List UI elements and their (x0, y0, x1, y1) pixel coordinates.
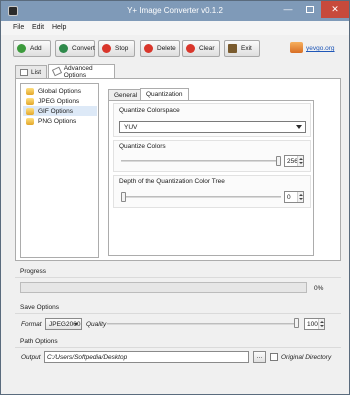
stop-button[interactable]: Stop (98, 40, 135, 57)
folder-icon (26, 87, 34, 95)
convert-button-label: Convert (72, 45, 95, 52)
subtab-general[interactable]: General (108, 89, 144, 100)
save-options-title: Save Options (20, 304, 60, 311)
close-button[interactable]: ✕ (321, 1, 349, 18)
maximize-icon (306, 6, 314, 14)
format-item-gif[interactable]: GIF Options (23, 106, 97, 116)
title-bar[interactable]: Y+ Image Converter v0.1.2 — ✕ (1, 1, 349, 21)
colors-slider-track[interactable] (121, 160, 281, 162)
depth-slider-track[interactable] (121, 196, 281, 198)
chevron-down-icon (74, 323, 78, 326)
spin-arrows-icon[interactable] (297, 156, 303, 166)
tab-list-label: List (31, 68, 42, 76)
spin-arrows-icon[interactable] (297, 192, 303, 202)
path-options-title: Path Options (20, 338, 58, 345)
folder-icon (26, 117, 34, 125)
minimize-button[interactable]: — (277, 1, 299, 18)
convert-button[interactable]: Convert (55, 40, 95, 57)
quality-stepper[interactable]: 100 (304, 318, 325, 330)
add-button[interactable]: Add (13, 40, 51, 57)
format-item-png[interactable]: PNG Options (23, 116, 97, 126)
menu-help[interactable]: Help (52, 24, 66, 31)
convert-icon (59, 44, 68, 53)
format-label: Format (21, 321, 42, 328)
format-select[interactable]: JPEG2000 (45, 318, 82, 330)
stop-button-label: Stop (115, 45, 129, 52)
depth-value: 0 (287, 194, 291, 201)
clear-button-label: Clear (199, 45, 215, 52)
app-window: Y+ Image Converter v0.1.2 — ✕ File Edit … (0, 0, 350, 395)
depth-label: Depth of the Quantization Color Tree (119, 178, 225, 185)
colors-label: Quantize Colors (119, 143, 166, 150)
format-item-global[interactable]: Global Options (23, 86, 97, 96)
add-button-label: Add (30, 45, 42, 52)
folder-icon (26, 97, 34, 105)
exit-button[interactable]: Exit (224, 40, 260, 57)
exit-button-label: Exit (241, 45, 252, 52)
format-item-jpeg[interactable]: JPEG Options (23, 96, 97, 106)
depth-slider-thumb[interactable] (121, 192, 126, 202)
maximize-button[interactable] (299, 1, 321, 18)
yevgo-logo-icon (290, 42, 303, 53)
add-icon (17, 44, 26, 53)
depth-stepper[interactable]: 0 (284, 191, 304, 203)
original-directory-checkbox[interactable] (270, 353, 278, 361)
quality-label: Quality (86, 321, 107, 328)
folder-icon (26, 107, 34, 115)
colorspace-select[interactable]: YUV (119, 121, 306, 133)
menu-edit[interactable]: Edit (32, 24, 44, 31)
colorspace-label: Quantize Colorspace (119, 107, 180, 114)
chevron-down-icon (296, 125, 302, 129)
quality-slider-thumb[interactable] (294, 318, 299, 328)
output-path-input[interactable]: C:/Users/Softpedia/Desktop (44, 351, 249, 363)
wrench-icon (51, 66, 62, 77)
formats-list: Global Options JPEG Options GIF Options … (20, 83, 99, 258)
colors-stepper[interactable]: 256 (284, 155, 304, 167)
output-label: Output (21, 354, 41, 361)
format-item-label: JPEG Options (38, 97, 80, 105)
menu-file[interactable]: File (13, 24, 24, 31)
exit-icon (228, 44, 237, 53)
progress-title: Progress (20, 268, 47, 275)
format-item-label: GIF Options (38, 107, 74, 115)
save-options-divider (15, 313, 341, 314)
quality-slider-track[interactable] (107, 323, 299, 325)
format-item-label: PNG Options (38, 117, 77, 125)
menu-bar: File Edit Help (1, 21, 349, 35)
delete-button-label: Delete (157, 45, 176, 52)
delete-icon (144, 44, 153, 53)
spin-arrows-icon[interactable] (318, 319, 324, 329)
subtab-quantization[interactable]: Quantization (140, 88, 189, 100)
progress-bar (20, 282, 307, 293)
clear-icon (186, 44, 195, 53)
colors-slider-thumb[interactable] (276, 156, 281, 166)
stop-icon (102, 44, 111, 53)
delete-button[interactable]: Delete (140, 40, 180, 57)
list-icon (20, 68, 28, 76)
progress-percent: 0% (314, 285, 324, 292)
browse-button[interactable]: ... (253, 351, 266, 363)
yevgo-link[interactable]: yevgo.org (306, 45, 335, 52)
tab-advanced-options-label: Advanced Options (63, 64, 93, 79)
progress-divider (15, 277, 341, 278)
original-directory-label[interactable]: Original Directory (281, 354, 331, 361)
format-item-label: Global Options (38, 87, 81, 95)
tab-advanced-options[interactable]: Advanced Options (48, 64, 115, 79)
quality-value: 100 (307, 321, 318, 328)
colorspace-value: YUV (124, 124, 138, 131)
path-options-divider (15, 347, 341, 348)
clear-button[interactable]: Clear (182, 40, 220, 57)
tab-list[interactable]: List (15, 65, 47, 78)
